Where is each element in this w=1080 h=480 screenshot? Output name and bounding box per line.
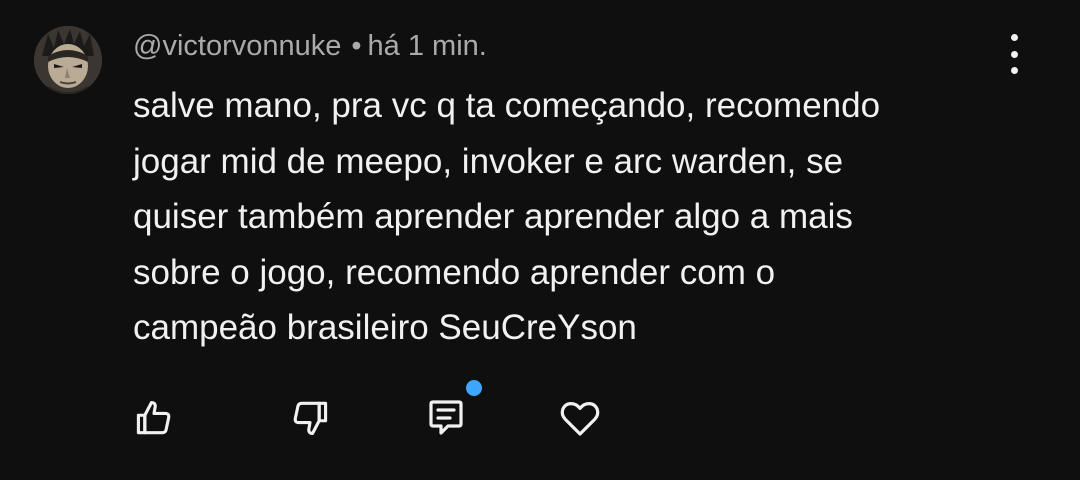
avatar[interactable] bbox=[34, 26, 102, 94]
comment-line: campeão brasileiro SeuCreYson bbox=[133, 308, 637, 347]
more-vertical-icon-dot bbox=[1010, 67, 1018, 74]
reply-button[interactable] bbox=[420, 392, 472, 444]
thumbs-up-icon bbox=[136, 401, 171, 435]
heart-icon bbox=[560, 402, 600, 436]
comment-text: salve mano, pra vc q ta começando, recom… bbox=[133, 78, 1033, 356]
comment-line: sobre o jogo, recomendo aprender com o bbox=[133, 252, 776, 292]
like-button[interactable] bbox=[128, 392, 180, 444]
heart-button[interactable] bbox=[554, 392, 606, 444]
notification-dot bbox=[466, 380, 482, 396]
avatar-image bbox=[34, 26, 102, 94]
dislike-button[interactable] bbox=[284, 392, 336, 444]
thumbs-down-icon bbox=[293, 401, 328, 435]
more-vertical-icon bbox=[1010, 34, 1018, 41]
comment-line: salve mano, pra vc q ta começando, recom… bbox=[133, 86, 881, 125]
author-handle[interactable]: @victorvonnuke bbox=[133, 30, 341, 62]
more-vertical-icon-dot bbox=[1010, 50, 1018, 58]
comment-line: quiser também aprender aprender algo a m… bbox=[133, 197, 853, 236]
more-options-button[interactable] bbox=[996, 34, 1032, 74]
comment-header: @victorvonnuke • há 1 min. bbox=[133, 26, 487, 66]
timestamp: há 1 min. bbox=[367, 30, 487, 62]
comment-line: jogar mid de meepo, invoker e arc warden… bbox=[133, 141, 844, 181]
separator-dot: • bbox=[351, 30, 362, 62]
reply-comment-icon bbox=[429, 400, 463, 435]
